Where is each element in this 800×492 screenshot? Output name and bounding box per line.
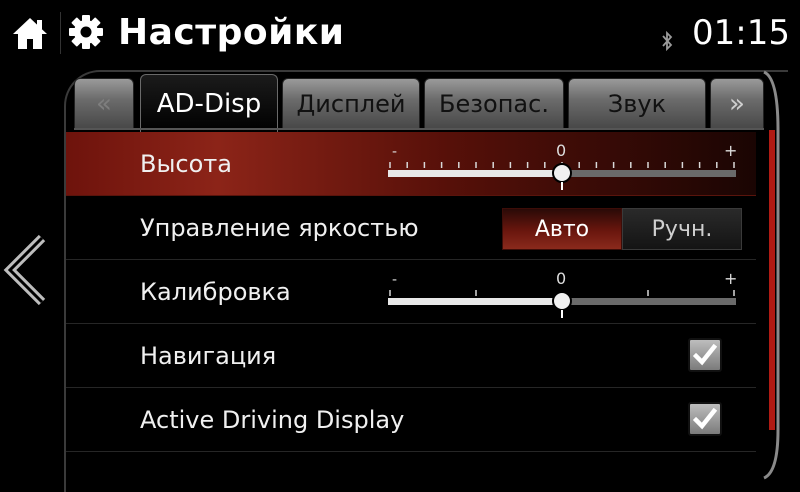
brightness-segmented-control: Авто Ручн. bbox=[502, 208, 742, 250]
slider-fill bbox=[388, 170, 562, 177]
slider-min-label: - bbox=[392, 144, 397, 160]
calibration-slider[interactable]: - 0 + bbox=[388, 264, 736, 320]
checkmark-icon bbox=[693, 408, 717, 430]
brightness-auto-button[interactable]: Авто bbox=[502, 208, 622, 250]
slider-mid-label: 0 bbox=[556, 269, 566, 288]
row-label: Высота bbox=[140, 150, 232, 178]
row-active-driving-display[interactable]: Active Driving Display bbox=[66, 388, 756, 452]
slider-min-label: - bbox=[392, 272, 397, 288]
page-title: Настройки bbox=[118, 12, 345, 53]
row-label: Управление яркостью bbox=[140, 214, 419, 242]
tab-prev-button[interactable]: « bbox=[74, 78, 134, 130]
bluetooth-icon bbox=[662, 30, 673, 52]
tab-next-button[interactable]: » bbox=[710, 78, 764, 130]
slider-fill bbox=[388, 298, 562, 305]
home-button[interactable] bbox=[4, 8, 56, 58]
active-driving-display-checkbox[interactable] bbox=[688, 402, 722, 436]
slider-handle[interactable] bbox=[552, 163, 572, 183]
tab-sound[interactable]: Звук bbox=[568, 78, 706, 130]
navigation-checkbox[interactable] bbox=[688, 338, 722, 372]
clock: 01:15 bbox=[692, 13, 790, 53]
tab-bar: « AD-Disp Дисплей Безопас. Звук » bbox=[74, 74, 764, 132]
back-chevron-icon[interactable] bbox=[0, 228, 56, 312]
slider-max-label: + bbox=[724, 269, 736, 288]
slider-max-label: + bbox=[724, 141, 736, 160]
double-chevron-left-icon: « bbox=[96, 89, 112, 119]
home-icon bbox=[13, 18, 47, 49]
slider-mid-label: 0 bbox=[556, 141, 566, 160]
double-chevron-right-icon: » bbox=[729, 89, 745, 119]
row-label: Калибровка bbox=[140, 278, 291, 306]
gear-icon bbox=[69, 15, 103, 49]
row-calibration[interactable]: Калибровка - 0 + bbox=[66, 260, 756, 324]
row-brightness: Управление яркостью Авто Ручн. bbox=[66, 196, 756, 260]
row-height[interactable]: Высота - 0 + bbox=[66, 132, 756, 196]
header-separator bbox=[60, 12, 61, 54]
row-label: Навигация bbox=[140, 342, 277, 370]
tab-ad-disp[interactable]: AD-Disp bbox=[140, 74, 278, 132]
slider-track bbox=[562, 170, 736, 177]
brightness-manual-button[interactable]: Ручн. bbox=[622, 208, 742, 250]
scrollbar[interactable] bbox=[760, 70, 782, 480]
row-label: Active Driving Display bbox=[140, 406, 405, 434]
tab-safety[interactable]: Безопас. bbox=[424, 78, 564, 130]
slider-handle[interactable] bbox=[552, 291, 572, 311]
header-bar: Настройки 01:15 bbox=[0, 0, 800, 66]
height-slider[interactable]: - 0 + bbox=[388, 136, 736, 192]
slider-track bbox=[562, 298, 736, 305]
checkmark-icon bbox=[693, 344, 717, 366]
tab-underline bbox=[74, 128, 764, 130]
row-navigation[interactable]: Навигация bbox=[66, 324, 756, 388]
tab-display[interactable]: Дисплей bbox=[282, 78, 420, 130]
